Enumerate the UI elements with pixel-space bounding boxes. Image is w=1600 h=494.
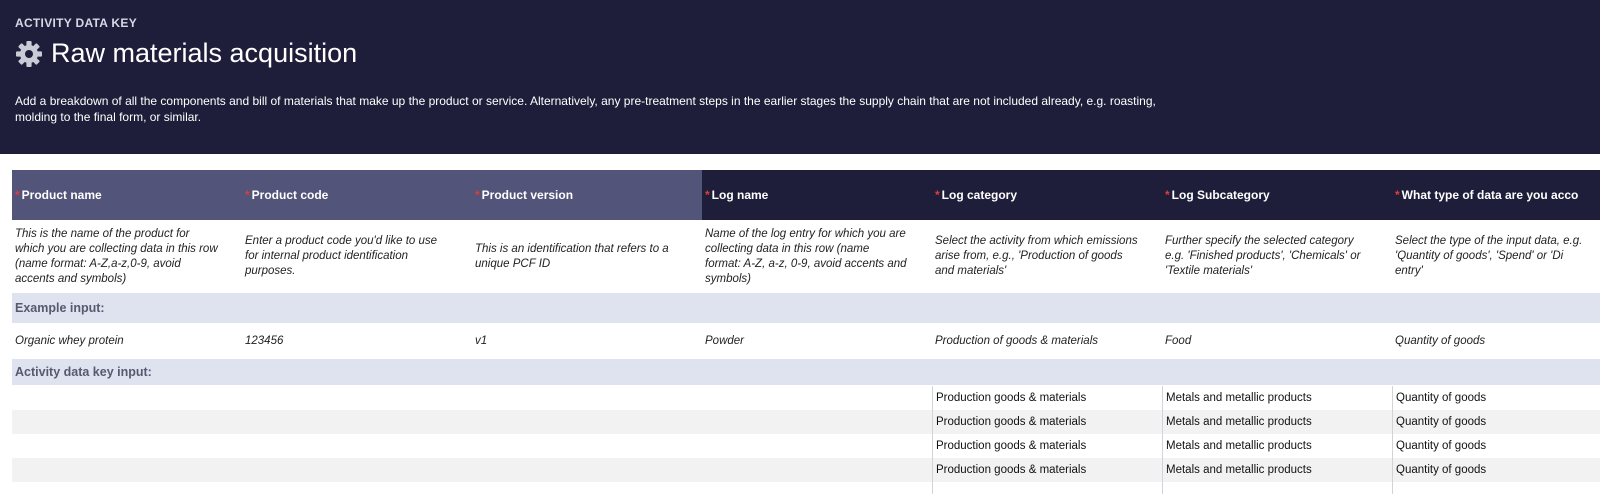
table-row[interactable]: Production goods & materials Metals and … (12, 434, 1600, 458)
log-subcategory-cell[interactable]: Metals and metallic products (1162, 458, 1392, 482)
description-product-code: Enter a product code you'd like to use f… (245, 235, 438, 277)
log-category-cell[interactable]: Production goods & materials (932, 458, 1162, 482)
column-divider (1162, 386, 1163, 494)
log-subcategory-cell[interactable]: Metals and metallic products (1162, 434, 1392, 458)
description-log-name: Name of the log entry for which you are … (705, 227, 907, 285)
input-section-label: Activity data key input: (15, 365, 152, 379)
gear-icon (16, 40, 42, 67)
header-log-subcategory[interactable]: * Log Subcategory (1150, 170, 1380, 220)
data-type-cell[interactable]: Quantity of goods (1392, 434, 1600, 458)
table-row[interactable]: Production goods & materials Metals and … (12, 458, 1600, 482)
header-log-name[interactable]: * Log name (690, 170, 920, 220)
header-product-name[interactable]: * Product name (0, 170, 230, 220)
data-type-cell[interactable]: Quantity of goods (1392, 458, 1600, 482)
description-log-category: Select the activity from which emissions… (935, 235, 1138, 277)
log-category-cell[interactable]: Production goods & materials (932, 434, 1162, 458)
description-data-type: Select the type of the input data, e.g. … (1395, 235, 1583, 277)
example-section-band: Example input: (12, 293, 1600, 323)
title-row: Raw materials acquisition (15, 38, 357, 69)
section-kicker: ACTIVITY DATA KEY (15, 16, 137, 30)
example-product-version: v1 (475, 335, 488, 347)
column-divider (932, 386, 933, 494)
example-log-name: Powder (705, 335, 744, 347)
example-section-label: Example input: (15, 301, 105, 315)
table-row[interactable]: Production goods & materials Metals and … (12, 386, 1600, 410)
example-product-code: 123456 (245, 335, 284, 347)
data-type-cell[interactable]: Quantity of goods (1392, 386, 1600, 410)
example-log-category: Production of goods & materials (935, 335, 1099, 347)
header-log-category[interactable]: * Log category (920, 170, 1150, 220)
description-product-version: This is an identification that refers to… (475, 242, 669, 270)
page-description: Add a breakdown of all the components an… (15, 94, 1156, 124)
page-title: Raw materials acquisition (51, 38, 358, 68)
data-type-cell[interactable]: Quantity of goods (1392, 410, 1600, 434)
header-product-version[interactable]: * Product version (460, 170, 690, 220)
example-log-subcategory: Food (1165, 335, 1192, 347)
input-section-band: Activity data key input: (12, 359, 1600, 385)
log-subcategory-cell[interactable]: Metals and metallic products (1162, 410, 1392, 434)
header-data-type[interactable]: * What type of data are you acco (1380, 170, 1600, 220)
table-row[interactable]: Production goods & materials Metals and … (12, 410, 1600, 434)
description-product-name: This is the name of the product for whic… (15, 227, 218, 285)
page-banner: ACTIVITY DATA KEY Raw materials acquisit… (0, 0, 1600, 154)
log-category-cell[interactable]: Production goods & materials (932, 410, 1162, 434)
description-log-subcategory: Further specify the selected category e.… (1165, 235, 1361, 277)
log-category-cell[interactable]: Production goods & materials (932, 386, 1162, 410)
log-subcategory-cell[interactable]: Metals and metallic products (1162, 386, 1392, 410)
column-divider (1392, 386, 1393, 494)
header-product-code[interactable]: * Product code (230, 170, 460, 220)
example-data-type: Quantity of goods (1395, 335, 1486, 347)
example-product-name: Organic whey protein (15, 335, 124, 347)
